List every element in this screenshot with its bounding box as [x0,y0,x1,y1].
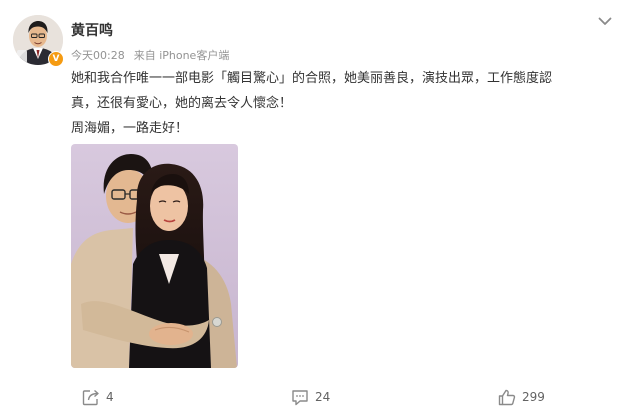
comment-count: 24 [315,390,331,404]
like-button[interactable]: 299 [498,386,545,408]
photo-image [71,144,238,368]
author-name[interactable]: 黄百鸣 [71,20,113,40]
chevron-down-icon [598,17,612,25]
like-icon [498,389,516,405]
post-photo[interactable] [71,144,238,368]
post-meta: 今天00:28 来自 iPhone客户端 [71,47,229,63]
like-count: 299 [522,390,545,404]
post-text-line: 周海媚，一路走好！ [71,121,189,136]
post-text: 她和我合作唯一一部电影「觸目驚心」的合照，她美丽善良，演技出眾，工作態度認 真，… [71,66,601,141]
post-text-line: 真，还很有愛心，她的离去令人懷念！ [71,96,293,111]
comment-icon [292,389,308,405]
comment-button[interactable]: 24 [291,386,330,408]
post-source: 来自 iPhone客户端 [133,49,230,62]
repost-icon [82,389,99,405]
repost-button[interactable]: 4 [82,386,114,408]
weibo-post-card: V 黄百鸣 今天00:28 来自 iPhone客户端 她和我合作唯一一部电影「觸目… [0,0,621,418]
more-menu-button[interactable] [596,12,614,30]
post-text-line: 她和我合作唯一一部电影「觸目驚心」的合照，她美丽善良，演技出眾，工作態度認 [71,71,553,86]
verified-badge-icon: V [48,51,64,67]
post-time[interactable]: 今天00:28 [71,49,125,62]
repost-count: 4 [106,390,114,404]
